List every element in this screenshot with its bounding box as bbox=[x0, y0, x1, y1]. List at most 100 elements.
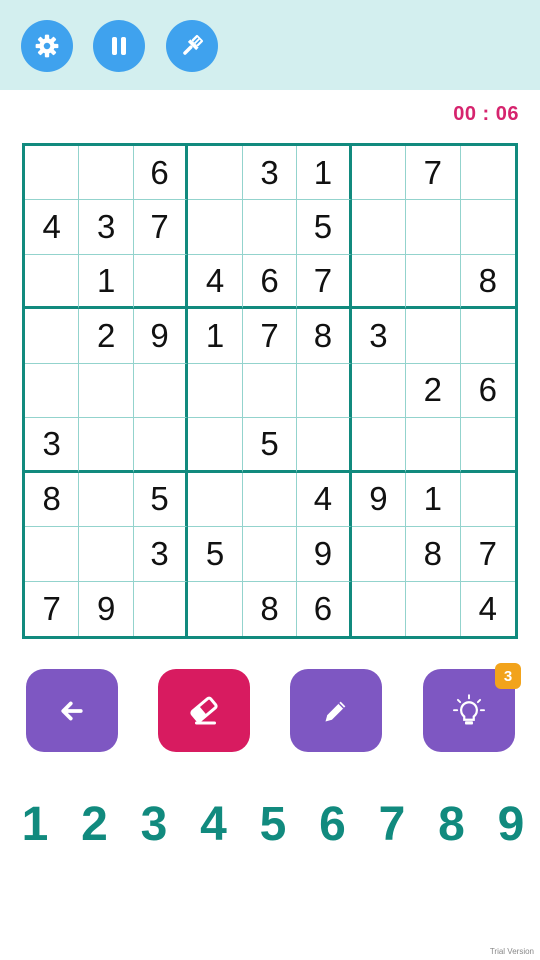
sudoku-cell[interactable]: 3 bbox=[79, 200, 134, 255]
sudoku-cell[interactable]: 7 bbox=[25, 581, 80, 636]
sudoku-cell[interactable] bbox=[79, 527, 134, 582]
sudoku-cell[interactable] bbox=[351, 363, 407, 419]
sudoku-cell[interactable] bbox=[79, 418, 134, 473]
sudoku-cell[interactable]: 4 bbox=[25, 200, 80, 255]
sudoku-cell[interactable]: 6 bbox=[297, 581, 352, 636]
notes-button[interactable] bbox=[290, 669, 382, 752]
sudoku-cell[interactable] bbox=[25, 527, 80, 582]
sudoku-cell[interactable]: 7 bbox=[242, 309, 298, 364]
sudoku-cell[interactable] bbox=[406, 418, 461, 473]
number-key-3[interactable]: 3 bbox=[125, 795, 183, 855]
sudoku-cell[interactable]: 9 bbox=[351, 472, 407, 528]
sudoku-cell[interactable]: 6 bbox=[133, 146, 189, 201]
sudoku-cell[interactable] bbox=[133, 254, 189, 310]
eraser-icon bbox=[190, 696, 218, 724]
sudoku-cell[interactable] bbox=[460, 146, 515, 201]
erase-button[interactable] bbox=[158, 669, 250, 752]
sudoku-cell[interactable] bbox=[242, 527, 298, 582]
sudoku-cell[interactable]: 7 bbox=[297, 254, 352, 310]
sudoku-cell[interactable]: 1 bbox=[188, 309, 243, 364]
sudoku-cell[interactable]: 1 bbox=[406, 472, 461, 528]
sudoku-cell[interactable] bbox=[352, 581, 407, 636]
sudoku-cell[interactable] bbox=[133, 418, 189, 473]
lightbulb-icon bbox=[453, 693, 485, 724]
sudoku-cell[interactable]: 4 bbox=[461, 582, 515, 636]
sudoku-cell[interactable] bbox=[351, 200, 407, 255]
sudoku-cell[interactable] bbox=[188, 363, 243, 419]
sudoku-cell[interactable]: 3 bbox=[351, 309, 407, 364]
sudoku-cell[interactable]: 3 bbox=[25, 418, 80, 473]
sudoku-cell[interactable]: 8 bbox=[243, 581, 298, 636]
sudoku-cell[interactable]: 8 bbox=[297, 309, 352, 364]
sudoku-cell[interactable] bbox=[25, 363, 80, 419]
sudoku-cell[interactable] bbox=[25, 254, 80, 310]
sudoku-cell[interactable] bbox=[351, 146, 407, 201]
sudoku-cell[interactable]: 6 bbox=[460, 364, 515, 419]
sudoku-cell[interactable] bbox=[242, 200, 298, 255]
sudoku-cell[interactable]: 2 bbox=[79, 309, 134, 364]
sudoku-cell[interactable]: 1 bbox=[79, 254, 134, 310]
sudoku-cell[interactable] bbox=[406, 200, 461, 255]
sudoku-cell[interactable]: 5 bbox=[297, 200, 352, 255]
sudoku-cell[interactable]: 9 bbox=[297, 527, 352, 582]
sudoku-cell[interactable] bbox=[406, 254, 461, 310]
sudoku-cell[interactable] bbox=[297, 418, 352, 473]
number-key-5[interactable]: 5 bbox=[244, 795, 302, 855]
timer: 00 : 06 bbox=[453, 103, 519, 125]
settings-button[interactable] bbox=[21, 20, 73, 72]
number-key-1[interactable]: 1 bbox=[6, 795, 64, 855]
sudoku-cell[interactable] bbox=[25, 146, 80, 201]
sudoku-cell[interactable] bbox=[188, 200, 243, 255]
sudoku-cell[interactable]: 7 bbox=[460, 527, 515, 582]
sudoku-cell[interactable]: 7 bbox=[133, 200, 189, 255]
sudoku-cell[interactable] bbox=[351, 418, 407, 473]
sudoku-cell[interactable] bbox=[242, 363, 298, 419]
sudoku-cell[interactable]: 9 bbox=[79, 581, 134, 636]
sudoku-cell[interactable]: 8 bbox=[460, 255, 515, 310]
sudoku-cell[interactable] bbox=[188, 581, 243, 636]
sudoku-cell[interactable] bbox=[242, 472, 298, 528]
sudoku-cell[interactable] bbox=[79, 363, 134, 419]
sudoku-cell[interactable] bbox=[460, 309, 515, 364]
sudoku-cell[interactable]: 2 bbox=[406, 363, 461, 419]
sudoku-cell[interactable]: 5 bbox=[133, 472, 189, 528]
sudoku-cell[interactable] bbox=[460, 473, 515, 528]
sudoku-cell[interactable]: 4 bbox=[297, 472, 352, 528]
sudoku-cell[interactable] bbox=[460, 200, 515, 255]
sudoku-cell[interactable]: 4 bbox=[188, 254, 243, 310]
sudoku-cell[interactable] bbox=[188, 418, 243, 473]
number-key-6[interactable]: 6 bbox=[304, 795, 362, 855]
number-key-7[interactable]: 7 bbox=[363, 795, 421, 855]
sudoku-cell[interactable]: 9 bbox=[133, 309, 189, 364]
sudoku-cell[interactable] bbox=[297, 363, 352, 419]
number-key-8[interactable]: 8 bbox=[423, 795, 481, 855]
sudoku-cell[interactable]: 5 bbox=[188, 527, 243, 582]
sudoku-cell[interactable]: 1 bbox=[297, 146, 352, 201]
sudoku-cell[interactable] bbox=[133, 363, 189, 419]
sudoku-cell[interactable] bbox=[406, 309, 461, 364]
sudoku-cell[interactable] bbox=[351, 527, 407, 582]
sudoku-cell[interactable] bbox=[134, 581, 189, 636]
sudoku-cell[interactable]: 8 bbox=[25, 472, 80, 528]
sudoku-cell[interactable]: 7 bbox=[406, 146, 461, 201]
hint-button[interactable]: 3 bbox=[423, 663, 521, 752]
number-key-9[interactable]: 9 bbox=[482, 795, 540, 855]
sudoku-cell[interactable]: 6 bbox=[242, 254, 298, 310]
number-key-2[interactable]: 2 bbox=[66, 795, 124, 855]
sudoku-cell[interactable]: 8 bbox=[406, 527, 461, 582]
sudoku-cell[interactable]: 3 bbox=[133, 527, 189, 582]
sudoku-cell[interactable] bbox=[188, 472, 243, 528]
sudoku-cell[interactable]: 3 bbox=[242, 146, 298, 201]
sudoku-cell[interactable] bbox=[79, 146, 134, 201]
sudoku-cell[interactable] bbox=[460, 418, 515, 473]
pause-button[interactable] bbox=[93, 20, 145, 72]
number-key-4[interactable]: 4 bbox=[185, 795, 243, 855]
sudoku-cell[interactable] bbox=[79, 472, 134, 528]
sudoku-cell[interactable] bbox=[188, 146, 243, 201]
sudoku-cell[interactable] bbox=[25, 309, 80, 364]
theme-button[interactable] bbox=[166, 20, 218, 72]
sudoku-cell[interactable] bbox=[406, 581, 461, 636]
sudoku-cell[interactable] bbox=[351, 254, 407, 310]
sudoku-cell[interactable]: 5 bbox=[242, 418, 298, 473]
undo-button[interactable] bbox=[26, 669, 118, 752]
